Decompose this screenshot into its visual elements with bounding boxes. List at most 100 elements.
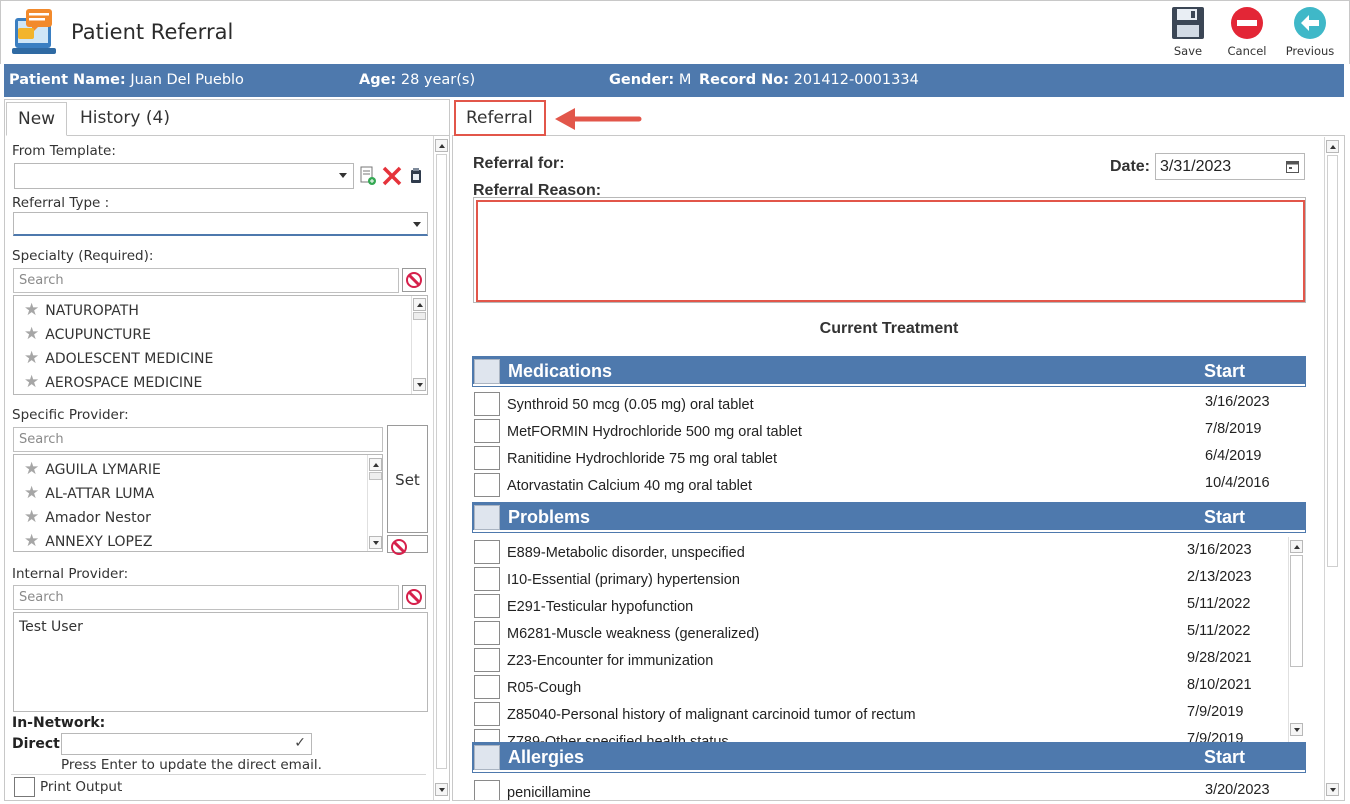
- scroll-thumb[interactable]: [1290, 555, 1303, 667]
- row-checkbox[interactable]: [474, 594, 500, 618]
- internal-provider-search-input[interactable]: Search: [13, 585, 399, 610]
- specialty-label: Specialty (Required):: [12, 248, 154, 264]
- calendar-icon[interactable]: [1286, 160, 1299, 173]
- star-icon: ★: [24, 483, 40, 503]
- row-checkbox[interactable]: [474, 648, 500, 672]
- list-item[interactable]: ★ ACUPUNCTURE: [24, 324, 151, 344]
- date-input[interactable]: 3/31/2023: [1155, 153, 1305, 180]
- row-checkbox[interactable]: [474, 392, 500, 416]
- tab-referral[interactable]: Referral: [454, 100, 546, 136]
- scroll-thumb[interactable]: [436, 154, 447, 769]
- current-treatment-label: Current Treatment: [819, 320, 959, 337]
- star-icon: ★: [24, 507, 40, 527]
- list-item[interactable]: ★ AGUILA LYMARIE: [24, 459, 161, 479]
- from-template-select[interactable]: [14, 163, 354, 189]
- problems-scrollbar[interactable]: [1288, 537, 1303, 742]
- list-item[interactable]: ★ NATUROPATH: [24, 300, 139, 320]
- clear-specialty-icon[interactable]: [402, 268, 426, 292]
- internal-provider-label: Internal Provider:: [12, 566, 129, 582]
- scroll-up-icon[interactable]: [1290, 540, 1303, 553]
- tab-new[interactable]: New: [6, 102, 68, 136]
- specialty-scrollbar[interactable]: [411, 296, 426, 394]
- row-checkbox[interactable]: [474, 419, 500, 443]
- patient-record-no: Record No: 201412-0001334: [699, 72, 919, 88]
- table-row: Synthroid 50 mcg (0.05 mg) oral tablet 3/…: [473, 390, 1305, 417]
- clear-provider-icon[interactable]: [387, 535, 428, 555]
- row-checkbox[interactable]: [474, 729, 500, 742]
- scroll-down-icon[interactable]: [435, 783, 448, 796]
- allergies-select-all-checkbox[interactable]: [474, 745, 500, 770]
- right-panel-scrollbar[interactable]: [1324, 137, 1339, 800]
- table-row: M6281-Muscle weakness (generalized) 5/11/…: [473, 619, 1305, 646]
- highlight-box: [476, 200, 1305, 302]
- back-arrow-icon: [1294, 7, 1326, 39]
- row-checkbox[interactable]: [474, 446, 500, 470]
- divider: [11, 774, 426, 775]
- table-row: E291-Testicular hypofunction 5/11/2022: [473, 592, 1305, 619]
- scroll-down-icon[interactable]: [1290, 723, 1303, 736]
- referral-type-label: Referral Type :: [12, 195, 110, 211]
- scroll-down-icon[interactable]: [1326, 783, 1339, 796]
- date-value: 3/31/2023: [1160, 158, 1232, 175]
- clear-internal-provider-icon[interactable]: [402, 585, 426, 609]
- patient-name: Patient Name: Juan Del Pueblo: [9, 72, 244, 88]
- allergies-header: Allergies Start: [472, 742, 1306, 773]
- left-panel-scrollbar[interactable]: [433, 136, 448, 800]
- direct-label: Direct:: [12, 736, 66, 752]
- scroll-up-icon[interactable]: [413, 298, 426, 311]
- row-checkbox[interactable]: [474, 473, 500, 497]
- provider-search-input[interactable]: Search: [13, 427, 383, 452]
- row-checkbox[interactable]: [474, 567, 500, 591]
- scroll-down-icon[interactable]: [413, 378, 426, 391]
- provider-scrollbar[interactable]: [367, 455, 382, 551]
- star-icon: ★: [24, 324, 40, 344]
- problems-select-all-checkbox[interactable]: [474, 505, 500, 530]
- direct-email-input[interactable]: ✓: [61, 733, 312, 755]
- scroll-down-icon[interactable]: [369, 536, 382, 549]
- previous-button[interactable]: Previous: [1281, 6, 1339, 62]
- scroll-up-icon[interactable]: [369, 458, 382, 471]
- problems-list: E889-Metabolic disorder, unspecified 3/16…: [473, 537, 1305, 742]
- list-item[interactable]: ★ Amador Nestor: [24, 507, 151, 527]
- print-output-checkbox[interactable]: [14, 777, 35, 797]
- specialty-search-input[interactable]: Search: [13, 268, 399, 293]
- provider-list: ★ AGUILA LYMARIE ★ AL-ATTAR LUMA ★ Amador N…: [13, 454, 383, 552]
- list-item[interactable]: ★ AEROSPACE MEDICINE: [24, 372, 202, 392]
- row-checkbox[interactable]: [474, 621, 500, 645]
- star-icon: ★: [24, 459, 40, 479]
- row-checkbox[interactable]: [474, 675, 500, 699]
- scroll-thumb[interactable]: [369, 472, 382, 480]
- referral-type-select[interactable]: [13, 212, 428, 236]
- clipboard-icon[interactable]: [408, 165, 424, 187]
- allergies-list: penicillamine 3/20/2023: [473, 776, 1305, 800]
- delete-template-icon[interactable]: [381, 165, 403, 187]
- add-template-icon[interactable]: [359, 165, 377, 187]
- table-row: Z85040-Personal history of malignant car…: [473, 700, 1305, 727]
- list-item[interactable]: Test User: [19, 619, 83, 635]
- cancel-button[interactable]: Cancel: [1218, 6, 1276, 62]
- scroll-up-icon[interactable]: [435, 139, 448, 152]
- from-template-label: From Template:: [12, 143, 116, 159]
- scroll-thumb[interactable]: [413, 312, 426, 320]
- star-icon: ★: [24, 372, 40, 392]
- internal-provider-list: Test User: [13, 612, 428, 712]
- date-label: Date:: [1110, 158, 1151, 175]
- tab-history[interactable]: History (4): [69, 102, 181, 136]
- row-checkbox[interactable]: [474, 540, 500, 564]
- referral-app-icon: [12, 8, 62, 58]
- previous-label: Previous: [1285, 44, 1335, 58]
- save-button[interactable]: Save: [1159, 6, 1217, 62]
- patient-gender: Gender: M: [609, 72, 692, 88]
- list-item[interactable]: ★ ANNEXY LOPEZ: [24, 531, 152, 551]
- scroll-up-icon[interactable]: [1326, 140, 1339, 153]
- save-icon: [1172, 7, 1204, 39]
- specialty-list: ★ NATUROPATH ★ ACUPUNCTURE ★ ADOLESCENT MED…: [13, 295, 428, 395]
- set-provider-button[interactable]: Set: [387, 425, 428, 533]
- row-checkbox[interactable]: [474, 780, 500, 800]
- list-item[interactable]: ★ ADOLESCENT MEDICINE: [24, 348, 213, 368]
- list-item[interactable]: ★ AL-ATTAR LUMA: [24, 483, 154, 503]
- scroll-thumb[interactable]: [1327, 155, 1338, 567]
- row-checkbox[interactable]: [474, 702, 500, 726]
- medications-start-header: Start: [1204, 361, 1246, 381]
- medications-select-all-checkbox[interactable]: [474, 359, 500, 384]
